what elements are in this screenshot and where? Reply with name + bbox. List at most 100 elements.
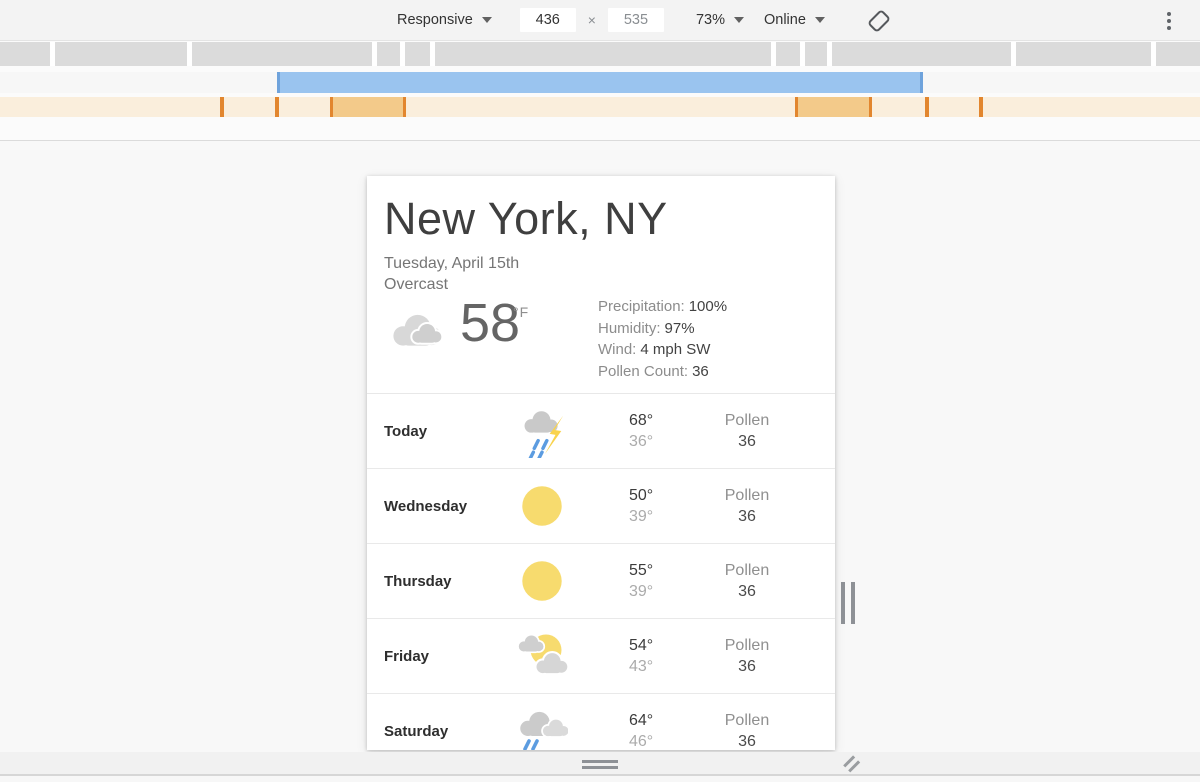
forecast-temps: 68° 36° xyxy=(584,410,676,452)
ruler-segment xyxy=(0,42,50,66)
low-temp: 39° xyxy=(629,581,676,602)
pollen-value: 36 xyxy=(676,581,818,602)
media-query-divider[interactable] xyxy=(979,97,983,117)
zoom-select[interactable]: 73% xyxy=(696,12,744,28)
max-width-media-query-bar[interactable] xyxy=(0,97,1200,117)
rain-icon xyxy=(516,705,568,750)
overflow-menu-button[interactable] xyxy=(1162,9,1176,33)
sunny-icon xyxy=(520,484,564,528)
forecast-pollen: Pollen 36 xyxy=(676,560,818,602)
current-conditions: 58 °F Precipitation:100% Humidity:97% Wi… xyxy=(367,295,835,379)
sunny-icon xyxy=(520,559,564,603)
detail-label: Wind: xyxy=(598,341,636,358)
pollen-value: 36 xyxy=(676,431,818,452)
device-viewport: New York, NY Tuesday, April 15th Overcas… xyxy=(367,176,835,750)
viewport-corner-resize-handle[interactable] xyxy=(841,752,863,774)
pollen-value: 36 xyxy=(676,656,818,677)
forecast-day-label: Wednesday xyxy=(384,498,500,515)
forecast-pollen: Pollen 36 xyxy=(676,410,818,452)
media-query-divider[interactable] xyxy=(275,97,279,117)
chevron-down-icon xyxy=(734,17,744,23)
low-temp: 39° xyxy=(629,506,676,527)
ruler-segment xyxy=(405,42,430,66)
date-text: Tuesday, April 15th xyxy=(384,253,818,274)
max-width-bar-segment[interactable] xyxy=(795,97,872,117)
device-type-select[interactable]: Responsive xyxy=(397,12,492,28)
devtools-window: Responsive 436 × 535 73% Online xyxy=(0,0,1200,782)
partly-icon xyxy=(516,630,568,682)
forecast-row: Thursday 55° 39° Pollen 36 xyxy=(367,544,835,619)
detail-value: 36 xyxy=(692,363,709,380)
chevron-down-icon xyxy=(482,17,492,23)
max-width-bar-segment[interactable] xyxy=(330,97,406,117)
ruler-segment xyxy=(805,42,827,66)
pollen-label: Pollen xyxy=(676,560,818,581)
high-temp: 54° xyxy=(629,635,676,656)
forecast-pollen: Pollen 36 xyxy=(676,635,818,677)
current-temp: 58 xyxy=(460,295,520,351)
throttling-label: Online xyxy=(764,12,806,28)
ruler-segment xyxy=(776,42,800,66)
viewport-width-input[interactable]: 436 xyxy=(520,8,576,32)
viewport-height-input[interactable]: 535 xyxy=(608,8,664,32)
viewport-height-resize-handle[interactable] xyxy=(582,760,618,769)
pollen-value: 36 xyxy=(676,506,818,527)
zoom-label: 73% xyxy=(696,12,725,28)
forecast-day-label: Today xyxy=(384,423,500,440)
forecast-icon-cell xyxy=(500,630,584,682)
forecast-pollen: Pollen 36 xyxy=(676,485,818,527)
forecast-temps: 54° 43° xyxy=(584,635,676,677)
pollen-label: Pollen xyxy=(676,485,818,506)
forecast-row: Saturday 64° 46° Pollen 36 xyxy=(367,694,835,750)
forecast-row: Today 68° 36° Pollen 36 xyxy=(367,394,835,469)
location-title: New York, NY xyxy=(384,192,818,246)
low-temp: 46° xyxy=(629,731,676,750)
forecast-icon-cell xyxy=(500,705,584,750)
bottom-footer-strip xyxy=(0,776,1200,782)
detail-label: Pollen Count: xyxy=(598,363,688,380)
chevron-down-icon xyxy=(815,17,825,23)
min-width-media-query-bar[interactable] xyxy=(277,72,923,93)
forecast-list: Today 68° 36° Pollen 36 Wednesday 50° 39… xyxy=(367,394,835,750)
device-toolbar: Responsive 436 × 535 73% Online xyxy=(0,0,1200,41)
detail-line: Precipitation:100% xyxy=(598,296,727,318)
media-query-divider[interactable] xyxy=(220,97,224,117)
detail-value: 97% xyxy=(665,320,695,337)
high-temp: 64° xyxy=(629,710,676,731)
media-query-divider[interactable] xyxy=(925,97,929,117)
detail-value: 4 mph SW xyxy=(640,341,710,358)
ruler-segment xyxy=(377,42,400,66)
forecast-row: Wednesday 50° 39° Pollen 36 xyxy=(367,469,835,544)
low-temp: 43° xyxy=(629,656,676,677)
rotate-device-icon xyxy=(867,9,889,31)
detail-line: Humidity:97% xyxy=(598,318,727,340)
detail-line: Wind:4 mph SW xyxy=(598,339,727,361)
forecast-temps: 64° 46° xyxy=(584,710,676,750)
detail-line: Pollen Count:36 xyxy=(598,361,727,383)
forecast-day-label: Saturday xyxy=(384,723,500,740)
toolbar-controls: Responsive 436 × 535 73% Online xyxy=(397,0,889,40)
device-type-label: Responsive xyxy=(397,12,473,28)
pollen-label: Pollen xyxy=(676,410,818,431)
viewport-width-resize-handle[interactable] xyxy=(841,582,856,624)
forecast-day-label: Friday xyxy=(384,648,500,665)
pollen-value: 36 xyxy=(676,731,818,750)
forecast-row: Friday 54° 43° Pollen 36 xyxy=(367,619,835,694)
rotate-viewport-button[interactable] xyxy=(867,9,889,31)
ruler-segment xyxy=(832,42,1011,66)
forecast-day-label: Thursday xyxy=(384,573,500,590)
dimension-separator: × xyxy=(588,12,596,28)
condition-text: Overcast xyxy=(384,274,818,295)
forecast-pollen: Pollen 36 xyxy=(676,710,818,750)
current-details: Precipitation:100% Humidity:97% Wind:4 m… xyxy=(598,296,727,382)
high-temp: 50° xyxy=(629,485,676,506)
detail-label: Humidity: xyxy=(598,320,661,337)
media-query-section xyxy=(0,41,1200,141)
high-temp: 55° xyxy=(629,560,676,581)
throttling-select[interactable]: Online xyxy=(764,12,825,28)
detail-value: 100% xyxy=(689,298,727,315)
pollen-label: Pollen xyxy=(676,710,818,731)
forecast-temps: 50° 39° xyxy=(584,485,676,527)
forecast-icon-cell xyxy=(500,404,584,458)
forecast-icon-cell xyxy=(500,559,584,603)
